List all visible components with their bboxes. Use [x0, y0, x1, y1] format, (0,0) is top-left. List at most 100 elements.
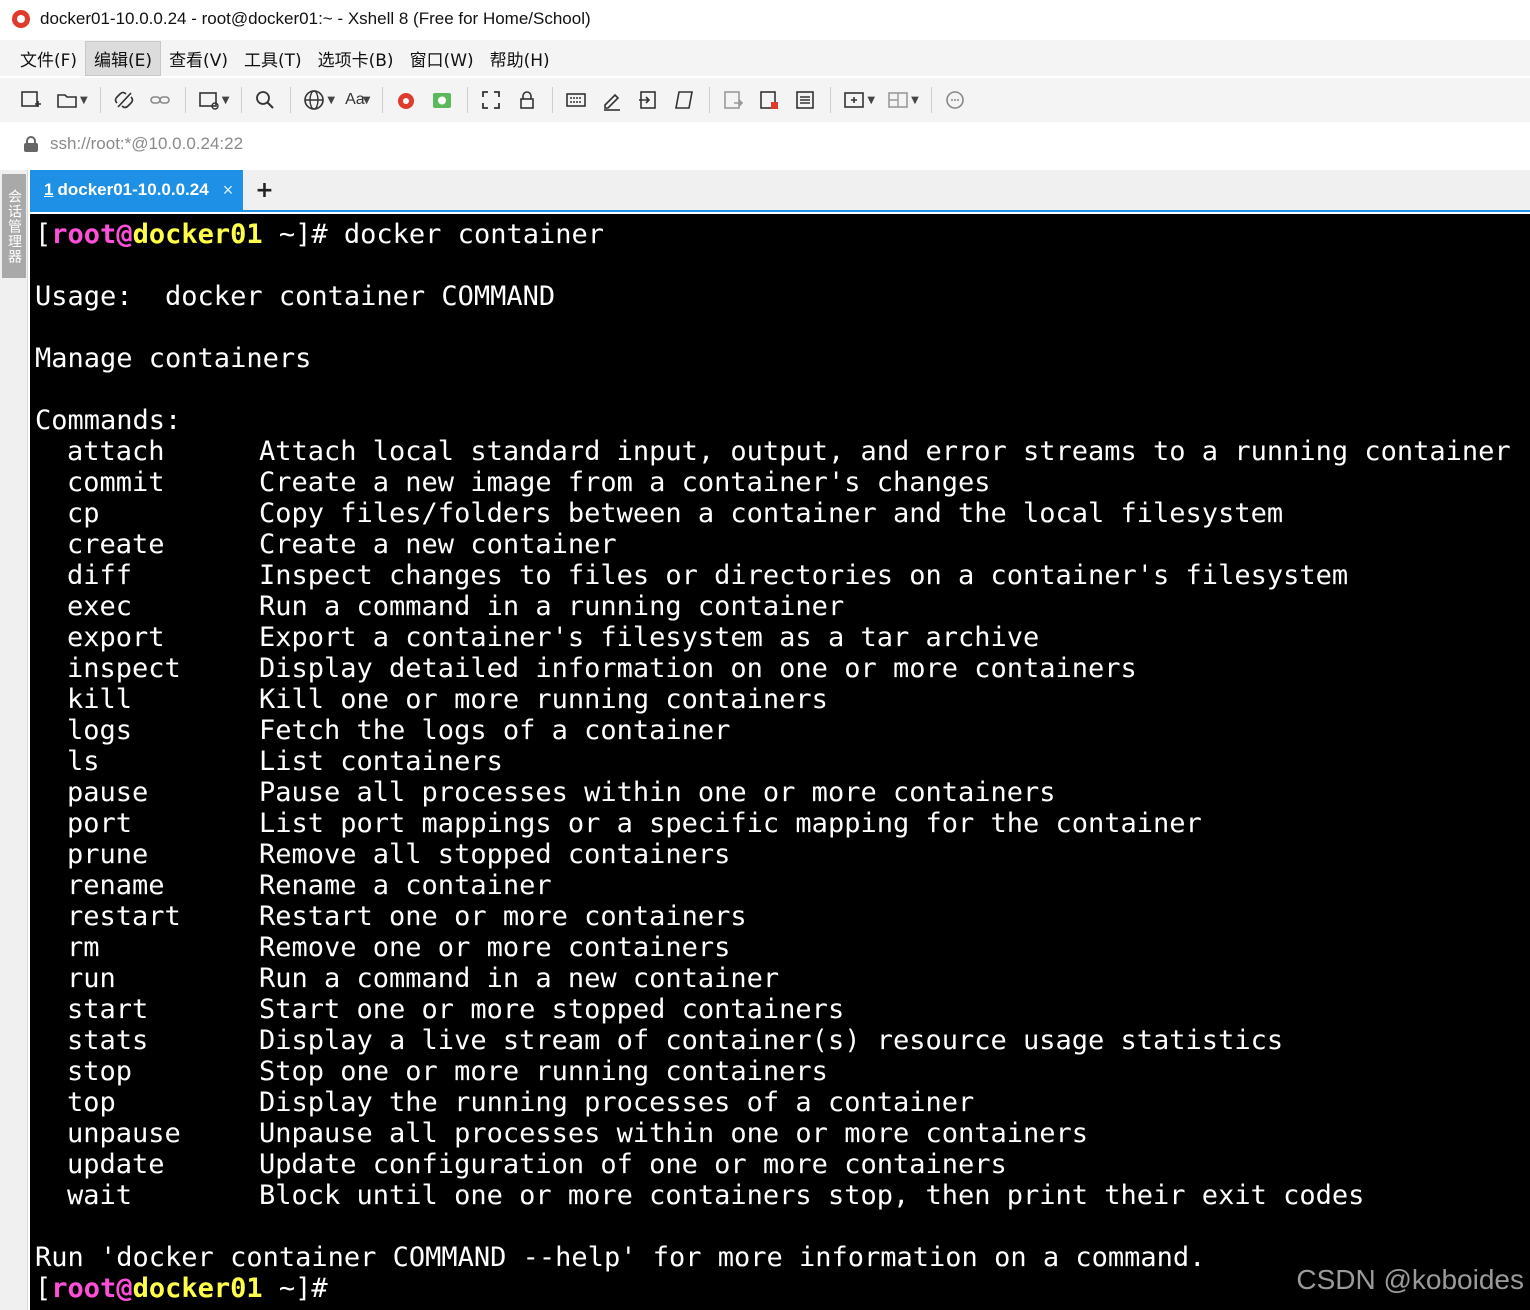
- command-description: Unpause all processes within one or more…: [259, 1118, 1089, 1149]
- command-name: exec: [67, 591, 133, 622]
- tab-label: docker01-10.0.0.24: [57, 180, 209, 199]
- xshell-logo-icon: [10, 7, 34, 31]
- globe-icon[interactable]: [297, 83, 331, 117]
- link-icon[interactable]: [143, 83, 177, 117]
- command-description: Restart one or more containers: [259, 901, 747, 932]
- new-session-icon[interactable]: [14, 83, 48, 117]
- chat-icon[interactable]: [938, 83, 972, 117]
- menu-bar: 文件(F) 编辑(E) 查看(V) 工具(T) 选项卡(B) 窗口(W) 帮助(…: [0, 40, 1530, 76]
- terminal[interactable]: [root@docker01 ~]# docker container Usag…: [30, 214, 1530, 1310]
- command-description: Remove one or more containers: [259, 932, 731, 963]
- disconnect-icon[interactable]: [107, 83, 141, 117]
- command-name: restart: [67, 901, 181, 932]
- menu-view[interactable]: 查看(V): [161, 42, 236, 75]
- title-bar: docker01-10.0.0.24 - root@docker01:~ - X…: [0, 0, 1530, 38]
- command-name: run: [67, 963, 116, 994]
- keyboard-icon[interactable]: [559, 83, 593, 117]
- command-name: start: [67, 994, 149, 1025]
- xftp-green-icon[interactable]: [425, 83, 459, 117]
- send-file-icon[interactable]: [716, 83, 750, 117]
- toolbar-divider: [930, 87, 932, 113]
- command-name: unpause: [67, 1118, 181, 1149]
- fullscreen-icon[interactable]: [474, 83, 508, 117]
- prompt-at: @: [116, 1273, 133, 1304]
- command-name: pause: [67, 777, 149, 808]
- command-description: Fetch the logs of a container: [259, 715, 731, 746]
- chevron-down-icon[interactable]: ▼: [80, 95, 88, 106]
- session-address[interactable]: ssh://root:*@10.0.0.24:22: [50, 134, 243, 154]
- new-tab-icon[interactable]: [837, 83, 871, 117]
- command-description: Kill one or more running containers: [259, 684, 828, 715]
- chevron-down-icon[interactable]: ▼: [327, 95, 335, 106]
- chevron-down-icon[interactable]: ▼: [363, 95, 371, 106]
- command-description: Remove all stopped containers: [259, 839, 731, 870]
- command-description: Display a live stream of container(s) re…: [259, 1025, 1284, 1056]
- terminal-prompt-line: [root@docker01 ~]# docker container: [35, 219, 604, 250]
- close-icon[interactable]: ×: [223, 180, 234, 201]
- script-icon[interactable]: [667, 83, 701, 117]
- usage-line: Usage: docker container COMMAND: [35, 281, 556, 312]
- prompt-bracket: [: [35, 1273, 52, 1304]
- command-name: kill: [67, 684, 133, 715]
- menu-window[interactable]: 窗口(W): [402, 42, 482, 75]
- login-icon[interactable]: [631, 83, 665, 117]
- toolbar-divider: [382, 87, 384, 113]
- typed-command: docker container: [327, 219, 604, 250]
- menu-help[interactable]: 帮助(H): [482, 42, 558, 75]
- command-description: Update configuration of one or more cont…: [259, 1149, 1007, 1180]
- menu-tools[interactable]: 工具(T): [236, 42, 310, 75]
- command-description: Attach local standard input, output, and…: [259, 436, 1511, 467]
- toolbar-divider: [709, 87, 711, 113]
- address-bar[interactable]: ssh://root:*@10.0.0.24:22: [12, 124, 1530, 164]
- command-description: Run a command in a new container: [259, 963, 780, 994]
- toolbar-divider: [290, 87, 292, 113]
- prompt-user: root: [51, 1273, 117, 1304]
- chevron-down-icon[interactable]: ▼: [222, 95, 230, 106]
- command-description: Pause all processes within one or more c…: [259, 777, 1056, 808]
- command-name: wait: [67, 1180, 133, 1211]
- toolbar-divider: [830, 87, 832, 113]
- prompt-path: ~]#: [262, 219, 328, 250]
- lock-icon[interactable]: [510, 83, 544, 117]
- command-description: List containers: [259, 746, 503, 777]
- session-manager-strip: 会话管理器: [0, 170, 28, 1310]
- prompt-at: @: [116, 219, 133, 250]
- command-description: Display detailed information on one or m…: [259, 653, 1137, 684]
- description-line: Manage containers: [35, 343, 312, 374]
- lock-icon: [24, 136, 38, 152]
- log-icon[interactable]: [788, 83, 822, 117]
- command-name: logs: [67, 715, 133, 746]
- chevron-down-icon[interactable]: ▼: [911, 95, 919, 106]
- add-tab-button[interactable]: +: [243, 170, 285, 210]
- search-icon[interactable]: [248, 83, 282, 117]
- command-name: prune: [67, 839, 149, 870]
- command-description: Rename a container: [259, 870, 552, 901]
- command-name: commit: [67, 467, 165, 498]
- menu-tabs[interactable]: 选项卡(B): [310, 42, 402, 75]
- chevron-down-icon[interactable]: ▼: [867, 95, 875, 106]
- layout-icon[interactable]: [881, 83, 915, 117]
- command-name: ls: [67, 746, 100, 777]
- highlight-pen-icon[interactable]: [595, 83, 629, 117]
- xshell-red-icon[interactable]: [389, 83, 423, 117]
- tab-docker01[interactable]: 1 docker01-10.0.0.24 ×: [30, 170, 244, 210]
- command-description: Create a new image from a container's ch…: [259, 467, 991, 498]
- command-description: Create a new container: [259, 529, 617, 560]
- footer-line: Run 'docker container COMMAND --help' fo…: [35, 1242, 1206, 1273]
- menu-file[interactable]: 文件(F): [12, 42, 85, 75]
- open-folder-icon[interactable]: [50, 83, 84, 117]
- command-name: port: [67, 808, 133, 839]
- command-description: Display the running processes of a conta…: [259, 1087, 975, 1118]
- command-description: Stop one or more running containers: [259, 1056, 828, 1087]
- command-name: rename: [67, 870, 165, 901]
- command-name: top: [67, 1087, 116, 1118]
- stop-recording-icon[interactable]: [752, 83, 786, 117]
- session-manager-tab[interactable]: 会话管理器: [2, 174, 26, 278]
- toolbar-divider: [241, 87, 243, 113]
- session-properties-icon[interactable]: [192, 83, 226, 117]
- menu-edit[interactable]: 编辑(E): [85, 40, 162, 76]
- command-description: Start one or more stopped containers: [259, 994, 845, 1025]
- command-description: Export a container's filesystem as a tar…: [259, 622, 1040, 653]
- command-name: diff: [67, 560, 133, 591]
- toolbar-divider: [552, 87, 554, 113]
